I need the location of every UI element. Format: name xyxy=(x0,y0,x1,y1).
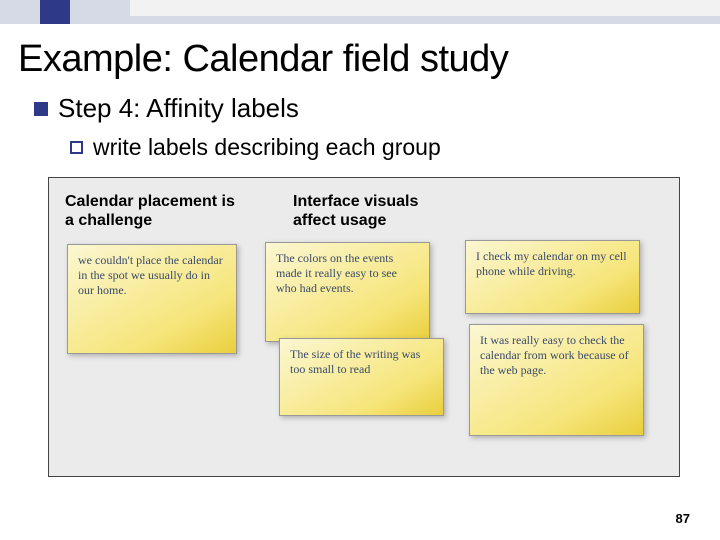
sticky-note: It was really easy to check the calendar… xyxy=(469,324,644,436)
sticky-note: we couldn't place the calendar in the sp… xyxy=(67,244,237,354)
affinity-board: Calendar placement is a challenge Interf… xyxy=(48,177,680,477)
bullet-level-1: Step 4: Affinity labels xyxy=(0,93,720,124)
hollow-square-bullet-icon xyxy=(70,141,83,154)
page-number: 87 xyxy=(676,511,690,526)
square-bullet-icon xyxy=(34,102,48,116)
group-label-1: Calendar placement is a challenge xyxy=(65,192,245,230)
sticky-note: The size of the writing was too small to… xyxy=(279,338,444,416)
sticky-note: I check my calendar on my cell phone whi… xyxy=(465,240,640,314)
bullet-2-text: write labels describing each group xyxy=(93,134,441,161)
sticky-notes-area: we couldn't place the calendar in the sp… xyxy=(65,240,663,450)
bullet-1-text: Step 4: Affinity labels xyxy=(58,93,299,124)
bullet-level-2: write labels describing each group xyxy=(0,134,720,161)
group-labels-row: Calendar placement is a challenge Interf… xyxy=(65,192,663,230)
slide-title: Example: Calendar field study xyxy=(0,24,720,93)
group-label-2: Interface visuals affect usage xyxy=(293,192,453,230)
sticky-note: The colors on the events made it really … xyxy=(265,242,430,342)
slide-top-decoration xyxy=(0,0,720,24)
